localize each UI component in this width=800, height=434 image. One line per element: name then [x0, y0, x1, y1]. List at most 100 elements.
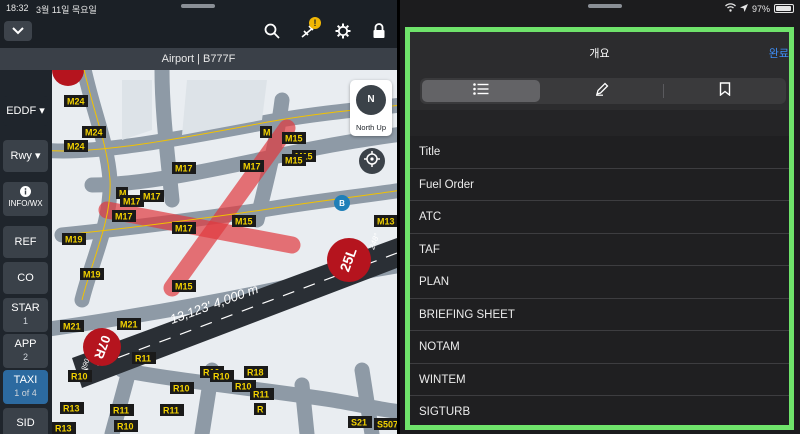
taxiway-label: M24 [82, 126, 106, 138]
svg-text:R10: R10 [173, 384, 190, 394]
taxiway-label: M17 [172, 162, 196, 174]
recenter-button[interactable] [359, 148, 385, 174]
svg-text:M17: M17 [115, 212, 133, 222]
taxiway-label: R13 [60, 402, 84, 414]
battery-percent: 97% [751, 3, 770, 14]
runway-end-25L: 25L [327, 238, 371, 282]
list-item[interactable]: Title [410, 136, 789, 169]
svg-text:R10: R10 [235, 382, 252, 392]
svg-text:R10: R10 [117, 422, 134, 432]
chart-tab-label: CO [17, 272, 34, 284]
taxiway-label: M17 [172, 222, 196, 234]
tab-list[interactable] [422, 80, 540, 102]
chart-tab-star[interactable]: STAR 1 [3, 298, 48, 332]
taxiway-label: M17 [140, 190, 164, 202]
list-item[interactable]: Fuel Order [410, 168, 789, 201]
chart-tab-ref[interactable]: REF [3, 226, 48, 258]
taxiway-label: R18 [244, 366, 268, 378]
north-up-button[interactable]: N North Up [350, 80, 392, 136]
svg-text:R11: R11 [113, 406, 129, 416]
taxiway-label: R10 [210, 370, 234, 382]
multitask-grabber[interactable] [181, 4, 215, 8]
crosshair-icon [364, 150, 380, 172]
svg-text:M15: M15 [285, 134, 303, 144]
list-item[interactable]: BRIEFING SHEET [410, 298, 789, 331]
svg-text:M17: M17 [175, 224, 193, 234]
list-item[interactable]: PLAN [410, 266, 789, 299]
chart-tab-label: SID [16, 417, 35, 429]
svg-text:R11: R11 [163, 406, 179, 416]
parking-icon: B [334, 195, 350, 211]
taxiway-label: S507 [374, 418, 397, 430]
svg-text:M24: M24 [85, 128, 103, 138]
svg-text:B: B [339, 199, 345, 208]
sheet-header: 개요 완료 [410, 32, 789, 72]
overview-list: Title Fuel Order ATC TAF PLAN BRIEFING SHEET N… [410, 136, 789, 425]
airport-selector[interactable]: EDDF ▾ [3, 96, 48, 126]
taxiway-label: M15 [172, 280, 196, 292]
chevron-down-icon [12, 22, 24, 40]
flight-alerts-icon[interactable]: ! [298, 17, 321, 41]
list-item[interactable]: TAF [410, 233, 789, 266]
status-bar: 18:32 3월 11일 목요일 [0, 0, 397, 16]
airport-code: EDDF [6, 105, 37, 117]
svg-text:M13: M13 [377, 217, 395, 227]
list-item[interactable]: SIGTURB [410, 396, 789, 425]
tab-annotate[interactable] [542, 80, 662, 102]
status-date: 3월 11일 목요일 [36, 5, 97, 15]
chart-tab-label: APP [14, 338, 37, 350]
chart-tab-count: 2 [22, 352, 28, 362]
airport-title-bar: Airport | B777F [0, 48, 397, 70]
svg-text:R18: R18 [247, 368, 264, 378]
chart-tab-count: 1 of 4 [14, 388, 37, 398]
svg-text:M19: M19 [83, 270, 101, 280]
grass-area [122, 80, 152, 140]
taxiway-label: M13 [374, 215, 397, 227]
chart-tab-sid[interactable]: SID [3, 408, 48, 434]
info-wx-label: INFO/WX [8, 199, 43, 208]
overview-sheet: 개요 완료 Title Fuel Order ATC TAF PLAN BRIE… [405, 27, 794, 430]
info-wx-button[interactable]: INFO/WX [3, 182, 48, 216]
chart-tab-taxi[interactable]: TAXI 1 of 4 [3, 370, 48, 404]
taxiway-label: M17 [112, 210, 136, 222]
done-button[interactable]: 완료 [769, 45, 789, 61]
status-time: 18:32 [6, 3, 29, 13]
list-item[interactable]: NOTAM [410, 331, 789, 364]
taxiway-label: R11 [250, 388, 274, 400]
chart-tab-app[interactable]: APP 2 [3, 334, 48, 368]
taxiway-label: M19 [62, 233, 86, 245]
svg-text:M17: M17 [143, 192, 161, 202]
list-item[interactable]: WINTEM [410, 363, 789, 396]
list-item[interactable]: ATC [410, 201, 789, 234]
taxiway-diagram: 13,123' 4,000 m 25L 248° 07R 068° M24M24… [52, 70, 397, 434]
taxiway-label: M24 [64, 140, 88, 152]
taxiway [294, 377, 315, 434]
runway-selector[interactable]: Rwy ▾ [3, 140, 48, 172]
chart-tab-co[interactable]: CO [3, 262, 48, 294]
chart-tab-label: STAR [11, 302, 40, 314]
gear-icon[interactable] [333, 21, 353, 41]
chart-tab-label: REF [14, 236, 37, 248]
search-icon[interactable] [262, 21, 282, 41]
airport-diagram-map[interactable]: 13,123' 4,000 m 25L 248° 07R 068° M24 M2… [52, 70, 397, 434]
map-toolbar: ! [0, 16, 397, 48]
tab-bookmarks[interactable] [665, 80, 784, 102]
svg-text:M24: M24 [67, 97, 85, 107]
status-bar: 97% [400, 0, 800, 18]
menu-dropdown-button[interactable] [4, 21, 32, 41]
svg-text:M15: M15 [285, 156, 303, 166]
wifi-icon [725, 3, 736, 14]
taxiway-label: M19 [80, 268, 104, 280]
taxiway-label: R11 [110, 404, 134, 416]
briefing-app: 97% 개요 완료 Title Fuel Order ATC TAF PLAN … [400, 0, 800, 434]
svg-text:M15: M15 [175, 282, 193, 292]
chevron-down-icon: ▾ [39, 105, 45, 117]
lock-icon[interactable] [369, 21, 389, 41]
svg-text:R11: R11 [135, 354, 151, 364]
taxiway-label: R10 [68, 370, 92, 382]
runway-end-marker [52, 70, 84, 86]
taxiway-label: M15 [282, 154, 306, 166]
svg-text:R11: R11 [253, 390, 269, 400]
svg-text:M21: M21 [120, 320, 138, 330]
battery-icon [774, 4, 794, 13]
